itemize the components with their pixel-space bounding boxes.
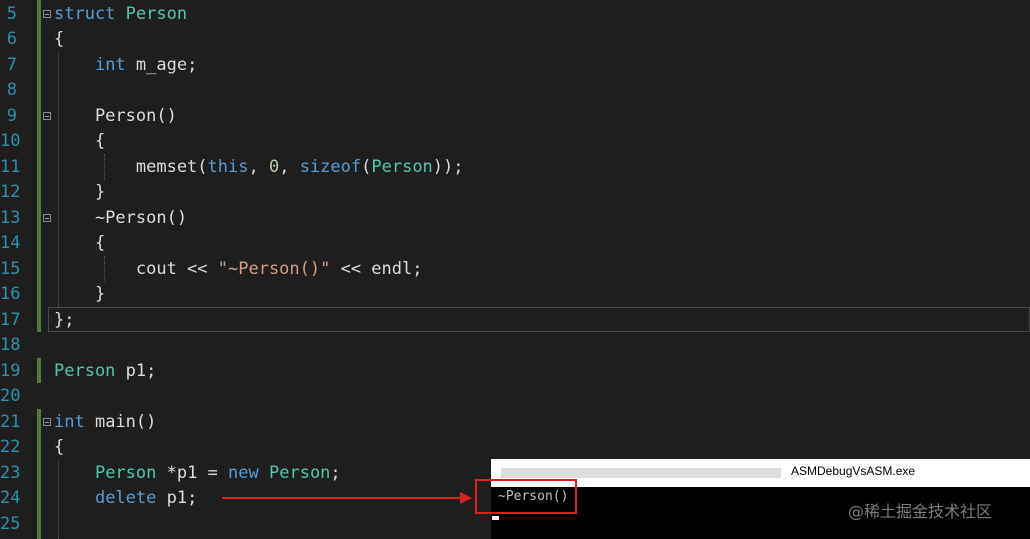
watermark: @稀土掘金技术社区 (848, 502, 993, 521)
annotation-arrow (222, 492, 472, 504)
arrow-head-icon (460, 492, 472, 504)
